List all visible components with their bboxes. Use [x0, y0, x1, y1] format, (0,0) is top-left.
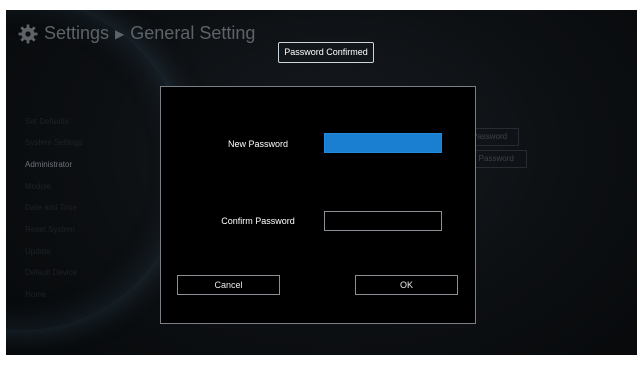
sidebar-item-date-time[interactable]: Date and Time [25, 203, 77, 212]
sidebar-item-module[interactable]: Module [25, 182, 51, 191]
cancel-button[interactable]: Cancel [177, 275, 280, 295]
sidebar-item-default-device[interactable]: Default Device [25, 268, 77, 277]
decorative-arc [6, 10, 186, 330]
screen: Settings ▶ General Setting Password Conf… [6, 10, 637, 355]
gear-icon [18, 24, 38, 43]
confirm-password-label: Confirm Password [221, 216, 295, 226]
sidebar-item-set-defaults[interactable]: Set Defaults [25, 117, 69, 126]
sidebar-item-administrator[interactable]: Administrator [25, 160, 72, 169]
page-title: Settings ▶ General Setting [18, 23, 255, 44]
password-dialog: New Password Confirm Password Cancel OK [160, 86, 476, 324]
sidebar-item-update[interactable]: Update [25, 247, 51, 256]
sidebar-item-system-settings[interactable]: System Settings [25, 138, 83, 147]
password-confirmed-toast: Password Confirmed [278, 42, 374, 63]
new-password-label: New Password [227, 139, 289, 149]
new-password-field[interactable] [324, 133, 442, 153]
title-general-setting: General Setting [130, 23, 256, 43]
change-password-button[interactable]: e Password [467, 150, 527, 168]
sidebar-item-reset-system[interactable]: Reset System [25, 225, 75, 234]
ok-button[interactable]: OK [355, 275, 458, 295]
confirm-password-field[interactable] [324, 211, 442, 231]
sidebar-item-home[interactable]: Home [25, 290, 46, 299]
breadcrumb-arrow-icon: ▶ [115, 26, 125, 41]
title-settings: Settings [44, 23, 110, 43]
